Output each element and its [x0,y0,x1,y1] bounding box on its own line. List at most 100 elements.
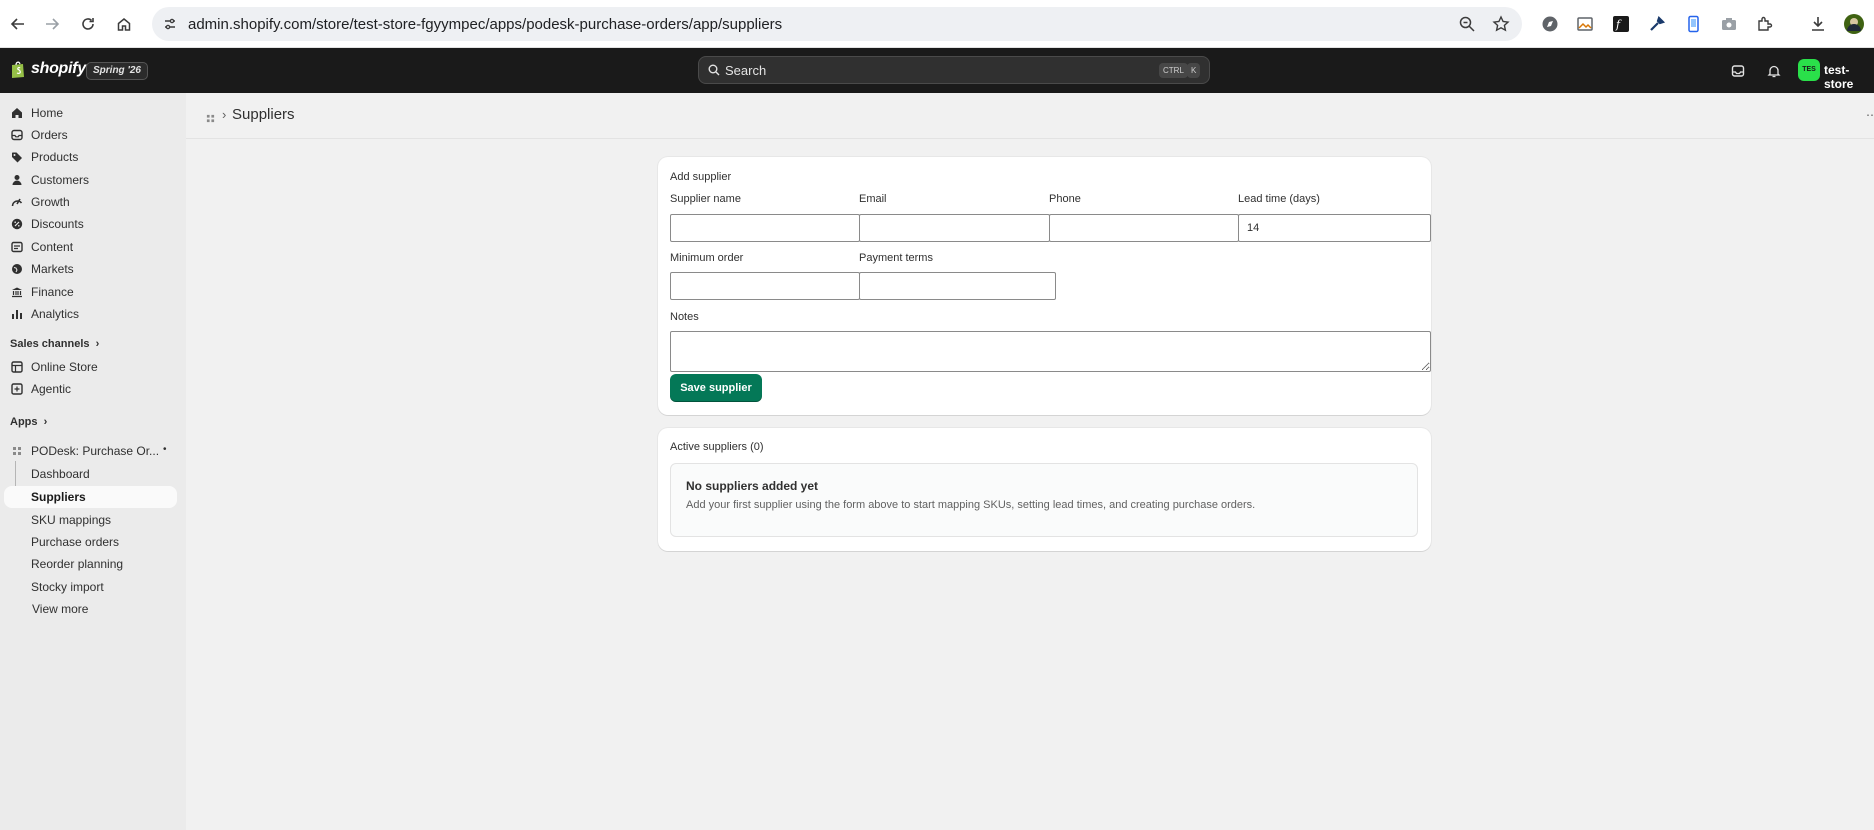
sidebar-item-markets[interactable]: Markets [0,258,186,280]
discount-icon [10,217,24,231]
site-settings-icon[interactable] [162,16,178,35]
sidebar-view-more[interactable]: View more [32,602,88,616]
brand-name: shopify [31,60,86,77]
orders-icon [10,128,24,142]
pin-dot-icon[interactable]: • [163,444,167,455]
empty-state-title: No suppliers added yet [686,479,819,493]
download-icon[interactable] [1806,12,1830,36]
payment-terms-input[interactable] [859,272,1056,300]
minimum-order-label: Minimum order [670,252,744,264]
sidebar-item-label: Home [31,106,64,120]
sidebar-item-products[interactable]: Products [0,146,186,168]
extension-font-icon[interactable]: f [1609,12,1633,36]
content-icon [10,240,24,254]
page-title: Suppliers [232,106,295,123]
shortcut-k: K [1187,63,1201,78]
app-breadcrumb-icon[interactable] [206,111,215,126]
add-supplier-card: Add supplier Supplier name Email Phone L… [658,157,1431,415]
supplier-name-label: Supplier name [670,193,741,205]
store-name[interactable]: test-store [1824,63,1874,91]
bank-icon [10,285,24,299]
empty-state-text: Add your first supplier using the form a… [686,499,1256,511]
browser-toolbar: admin.shopify.com/store/test-store-fgyym… [0,0,1874,48]
profile-avatar-icon[interactable] [1842,12,1866,36]
sidebar-subitem-dashboard[interactable]: Dashboard [31,467,90,481]
edition-badge: Spring '26 [86,62,148,80]
shopify-topbar: shopify Spring '26 Search CTRL K TES tes… [0,48,1874,93]
lead-time-label: Lead time (days) [1238,193,1320,205]
reload-icon[interactable] [76,12,100,36]
sidebar-item-customers[interactable]: Customers [0,169,186,191]
sidebar-item-label: Markets [31,262,74,276]
shopify-logo[interactable]: shopify [10,60,86,78]
apps-label: Apps [10,416,38,428]
sidebar-item-label: Customers [31,173,90,187]
sidebar-item-label: Online Store [31,360,98,374]
supplier-name-input[interactable] [670,214,860,242]
store-avatar[interactable]: TES [1798,59,1820,81]
extensions-puzzle-icon[interactable] [1753,12,1777,36]
bar-chart-icon [10,307,24,321]
sidebar-subitem-suppliers[interactable]: Suppliers [31,490,86,504]
app-grid-icon [10,444,24,458]
chevron-right-icon: › [40,416,48,428]
sidebar-item-finance[interactable]: Finance [0,281,186,303]
apps-heading[interactable]: Apps › [10,416,47,428]
extension-compass-icon[interactable] [1538,12,1562,36]
admin-sidebar: Home Orders Products Customers Growth Di… [0,93,186,830]
sidebar-item-label: Growth [31,195,70,209]
bell-icon[interactable] [1764,61,1784,81]
sales-channels-heading[interactable]: Sales channels › [10,338,99,350]
admin-search-input[interactable]: Search CTRL K [698,56,1210,84]
extension-eyedropper-icon[interactable] [1645,12,1669,36]
sidebar-item-growth[interactable]: Growth [0,191,186,213]
sidebar-subitem-reorder-planning[interactable]: Reorder planning [31,557,123,571]
chevron-right-icon: › [92,338,100,350]
sidebar-item-label: Content [31,240,74,254]
extension-image-icon[interactable] [1573,12,1597,36]
sidebar-item-orders[interactable]: Orders [0,124,186,146]
store-icon [10,360,24,374]
person-icon [10,173,24,187]
url-text[interactable]: admin.shopify.com/store/test-store-fgyym… [188,16,782,33]
search-placeholder: Search [725,63,767,78]
extension-device-icon[interactable] [1681,12,1705,36]
page-header: › Suppliers ⋯ [186,93,1874,139]
sidebar-item-agentic[interactable]: Agentic [0,378,186,400]
sidebar-item-home[interactable]: Home [0,102,186,124]
growth-icon [10,195,24,209]
sidebar-item-online-store[interactable]: Online Store [0,356,186,378]
sidebar-subitem-active-bg [4,486,177,508]
more-actions-icon[interactable]: ⋯ [1866,108,1874,122]
home-browser-icon[interactable] [112,12,136,36]
phone-input[interactable] [1049,214,1239,242]
notes-textarea[interactable] [670,331,1431,372]
home-icon [10,106,24,120]
email-input[interactable] [859,214,1050,242]
globe-icon [10,262,24,276]
zoom-icon[interactable] [1458,15,1476,36]
sidebar-subitem-purchase-orders[interactable]: Purchase orders [31,535,119,549]
bookmark-star-icon[interactable] [1492,15,1510,36]
forward-icon[interactable] [40,12,64,36]
phone-label: Phone [1049,193,1081,205]
sidebar-item-label: Orders [31,128,68,142]
sidebar-item-discounts[interactable]: Discounts [0,213,186,235]
tag-icon [10,150,24,164]
agentic-icon [10,382,24,396]
back-icon[interactable] [6,12,30,36]
sales-channels-label: Sales channels [10,338,90,350]
inbox-icon[interactable] [1728,61,1748,81]
sidebar-subitem-sku-mappings[interactable]: SKU mappings [31,513,111,527]
save-supplier-button[interactable]: Save supplier [670,374,762,402]
minimum-order-input[interactable] [670,272,860,300]
active-suppliers-card: Active suppliers (0) No suppliers added … [658,428,1431,551]
sidebar-item-analytics[interactable]: Analytics [0,303,186,325]
sidebar-app-podesk[interactable]: PODesk: Purchase Or... • [0,440,186,462]
sidebar-app-label: PODesk: Purchase Or... [31,444,160,458]
lead-time-input[interactable] [1238,214,1431,242]
sidebar-subitem-stocky-import[interactable]: Stocky import [31,580,104,594]
address-bar[interactable]: admin.shopify.com/store/test-store-fgyym… [152,7,1522,41]
sidebar-item-content[interactable]: Content [0,236,186,258]
extension-camera-icon[interactable] [1717,12,1741,36]
